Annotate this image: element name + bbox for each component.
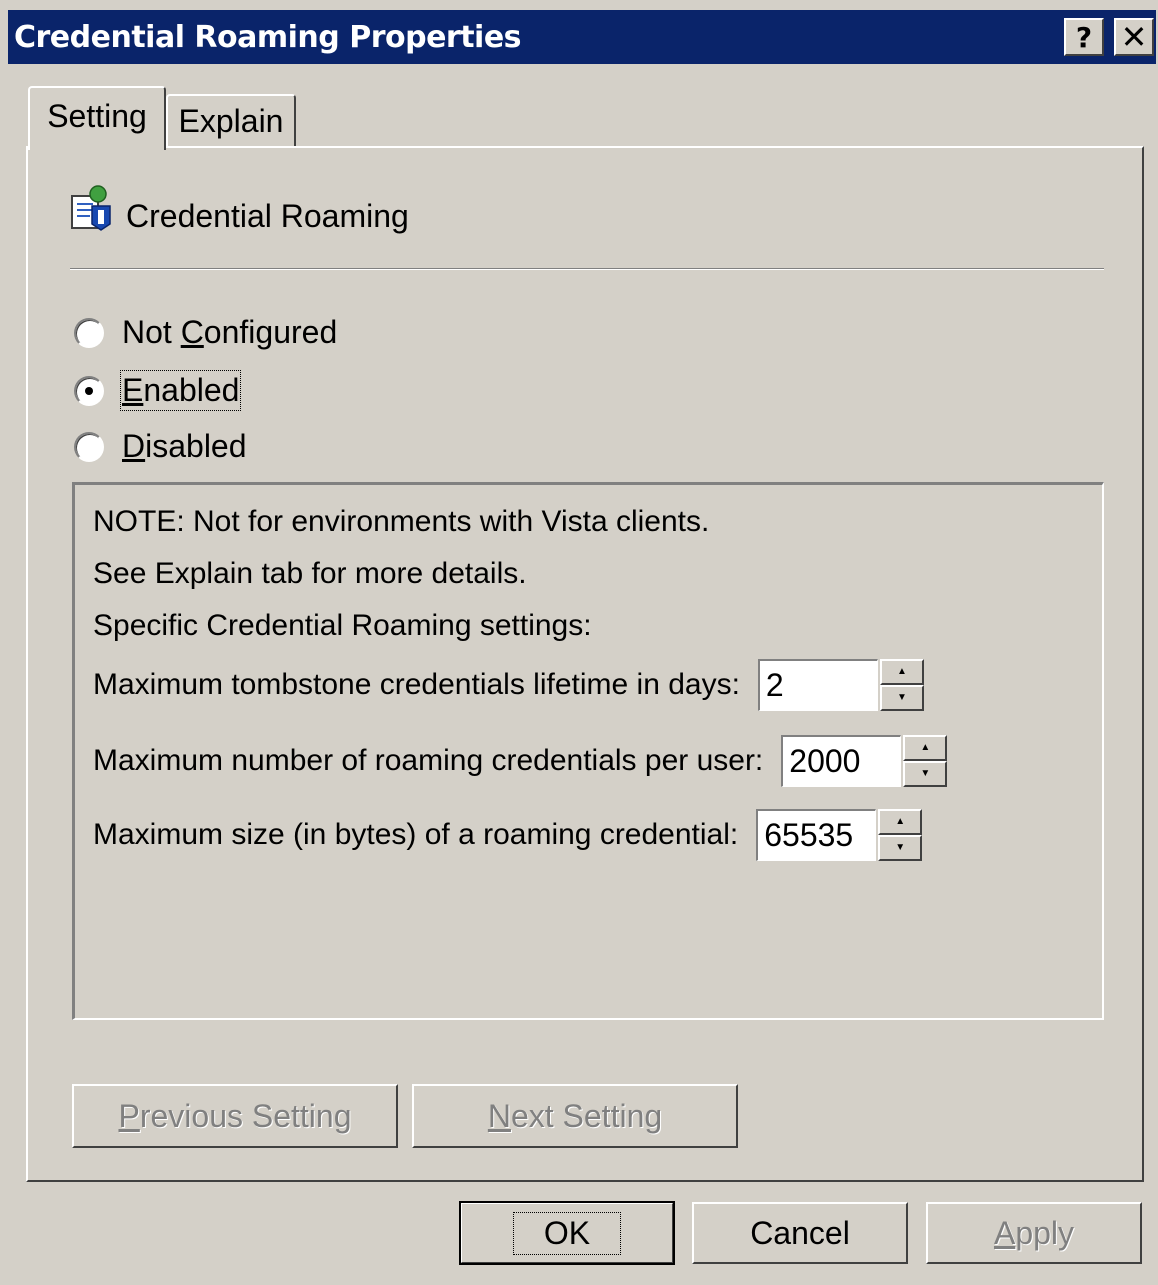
arrow-up-icon: ▲ bbox=[920, 742, 931, 753]
tab-setting[interactable]: Setting bbox=[28, 86, 166, 150]
note-text: NOTE: Not for environments with Vista cl… bbox=[93, 505, 710, 538]
radio-disabled[interactable]: Disabled bbox=[74, 428, 247, 465]
max-size-label: Maximum size (in bytes) of a roaming cre… bbox=[93, 818, 739, 851]
policy-name: Credential Roaming bbox=[126, 198, 409, 234]
max-credentials-input[interactable]: 2000 bbox=[781, 735, 902, 787]
title-bar[interactable]: Credential Roaming Properties ? ✕ bbox=[8, 10, 1156, 64]
see-explain-text: See Explain tab for more details. bbox=[93, 557, 527, 590]
separator bbox=[70, 268, 1104, 270]
spin-up-button[interactable]: ▲ bbox=[878, 809, 923, 835]
close-icon: ✕ bbox=[1120, 18, 1148, 56]
help-icon: ? bbox=[1075, 20, 1093, 54]
radio-disabled-indicator[interactable] bbox=[74, 431, 104, 462]
radio-not-configured-label: Not Configured bbox=[122, 314, 338, 350]
radio-disabled-label: Disabled bbox=[122, 428, 247, 464]
arrow-down-icon: ▼ bbox=[920, 768, 931, 779]
max-size-input[interactable]: 65535 bbox=[756, 809, 877, 861]
tab-explain-label: Explain bbox=[178, 102, 284, 139]
apply-button[interactable]: Apply bbox=[926, 1202, 1142, 1264]
tombstone-lifetime-label: Maximum tombstone credentials lifetime i… bbox=[93, 668, 740, 701]
spin-up-button[interactable]: ▲ bbox=[879, 659, 924, 685]
radio-enabled-indicator[interactable] bbox=[74, 375, 104, 406]
next-setting-button[interactable]: Next Setting bbox=[412, 1084, 738, 1148]
arrow-up-icon: ▲ bbox=[895, 816, 906, 827]
specific-settings-heading: Specific Credential Roaming settings: bbox=[93, 609, 592, 642]
cancel-button[interactable]: Cancel bbox=[692, 1202, 908, 1264]
cancel-button-label: Cancel bbox=[750, 1214, 850, 1251]
tombstone-lifetime-input[interactable]: 2 bbox=[757, 659, 878, 711]
options-box: NOTE: Not for environments with Vista cl… bbox=[72, 482, 1104, 1020]
spin-down-button[interactable]: ▼ bbox=[903, 761, 948, 787]
max-credentials-spinner[interactable]: ▲ ▼ bbox=[903, 735, 948, 787]
next-setting-label: Next Setting bbox=[487, 1097, 663, 1134]
ok-button[interactable]: OK bbox=[459, 1201, 675, 1265]
max-credentials-label: Maximum number of roaming credentials pe… bbox=[93, 744, 764, 777]
arrow-up-icon: ▲ bbox=[896, 666, 907, 677]
policy-setting-icon bbox=[71, 185, 111, 231]
max-size-spinner[interactable]: ▲ ▼ bbox=[878, 809, 923, 861]
close-button[interactable]: ✕ bbox=[1114, 18, 1154, 56]
setting-tab-panel: Credential Roaming Not Configured Enable… bbox=[26, 146, 1144, 1182]
radio-not-configured[interactable]: Not Configured bbox=[74, 314, 337, 351]
properties-dialog: Credential Roaming Properties ? ✕ Explai… bbox=[0, 0, 1158, 1285]
radio-not-configured-indicator[interactable] bbox=[74, 317, 104, 348]
tab-explain[interactable]: Explain bbox=[166, 94, 296, 146]
tab-setting-label: Setting bbox=[47, 97, 147, 134]
spin-up-button[interactable]: ▲ bbox=[903, 735, 948, 761]
arrow-down-icon: ▼ bbox=[895, 842, 906, 853]
help-button[interactable]: ? bbox=[1064, 18, 1104, 56]
window-title: Credential Roaming Properties bbox=[14, 20, 522, 55]
radio-enabled-label: Enabled bbox=[119, 370, 242, 411]
max-credentials-row: Maximum number of roaming credentials pe… bbox=[93, 735, 948, 787]
spin-down-button[interactable]: ▼ bbox=[878, 835, 923, 861]
tombstone-lifetime-row: Maximum tombstone credentials lifetime i… bbox=[93, 659, 924, 711]
arrow-down-icon: ▼ bbox=[896, 692, 907, 703]
tombstone-lifetime-spinner[interactable]: ▲ ▼ bbox=[879, 659, 924, 711]
previous-setting-label: Previous Setting bbox=[118, 1097, 352, 1134]
apply-button-label: Apply bbox=[993, 1214, 1075, 1251]
spin-down-button[interactable]: ▼ bbox=[879, 685, 924, 711]
max-size-row: Maximum size (in bytes) of a roaming cre… bbox=[93, 809, 923, 861]
ok-button-label: OK bbox=[512, 1211, 622, 1255]
previous-setting-button[interactable]: Previous Setting bbox=[72, 1084, 398, 1148]
radio-enabled[interactable]: Enabled bbox=[74, 370, 242, 411]
